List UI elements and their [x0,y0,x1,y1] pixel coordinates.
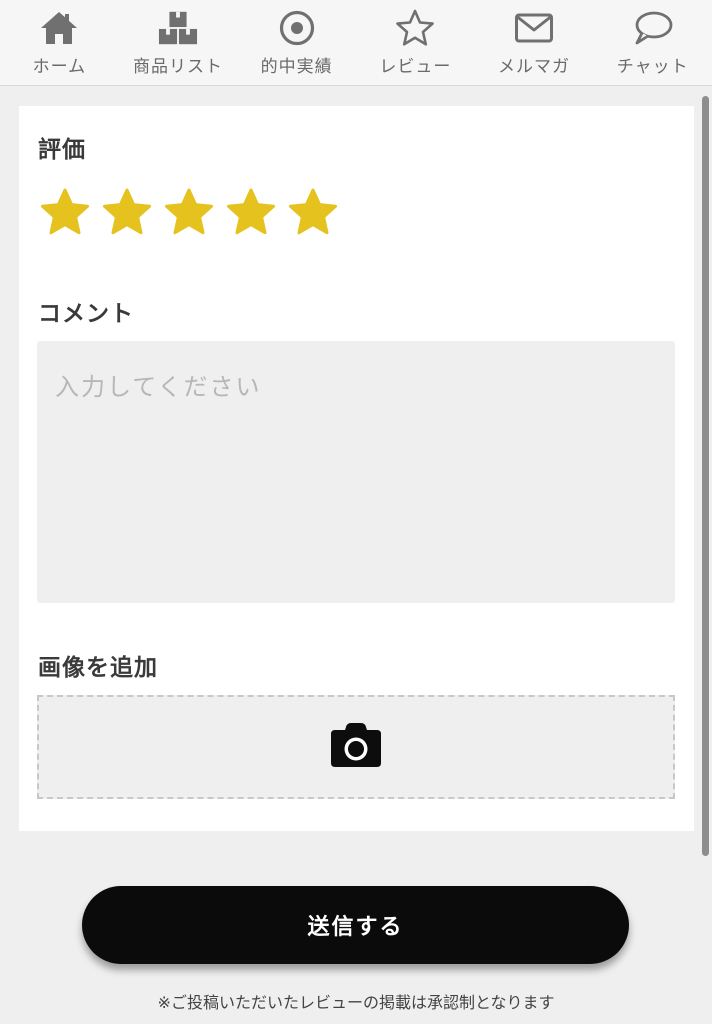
star-icon[interactable] [101,186,153,238]
nav-label: メルマガ [498,57,571,77]
image-upload-title: 画像を追加 [38,655,158,681]
nav-item-home[interactable]: ホーム [0,0,119,85]
approval-notice: ※ご投稿いただいたレビューの掲載は承認制となります [157,993,555,1012]
rating-title: 評価 [38,137,86,163]
target-icon [277,8,317,48]
nav-item-product-list[interactable]: 商品リスト [119,0,238,85]
star-icon[interactable] [39,186,91,238]
star-icon[interactable] [225,186,277,238]
scrollbar[interactable] [702,96,709,856]
comment-textarea[interactable] [37,341,675,603]
nav-label: ホーム [32,57,87,77]
star-outline-icon [395,8,435,48]
nav-label: チャット [616,57,689,77]
mail-icon [514,8,554,48]
review-form-card: 評価 コメント 画像を追加 [19,106,694,831]
nav-label: レビュー [379,57,452,77]
image-upload-area[interactable] [37,695,675,799]
submit-button[interactable]: 送信する [82,886,629,964]
top-navigation: ホーム 商品リスト 的中実績 レビュー メルマガ チャット [0,0,712,86]
star-rating[interactable] [39,186,339,238]
nav-item-review[interactable]: レビュー [356,0,475,85]
nav-label: 的中実績 [260,57,333,77]
nav-item-hit-record[interactable]: 的中実績 [237,0,356,85]
nav-label: 商品リスト [133,57,223,77]
chat-bubble-icon [633,8,673,48]
home-icon [39,8,79,48]
boxes-icon [158,8,198,48]
nav-item-newsletter[interactable]: メルマガ [475,0,594,85]
star-icon[interactable] [287,186,339,238]
star-icon[interactable] [163,186,215,238]
comment-title: コメント [38,301,134,327]
nav-item-chat[interactable]: チャット [593,0,712,85]
camera-icon [329,722,383,772]
